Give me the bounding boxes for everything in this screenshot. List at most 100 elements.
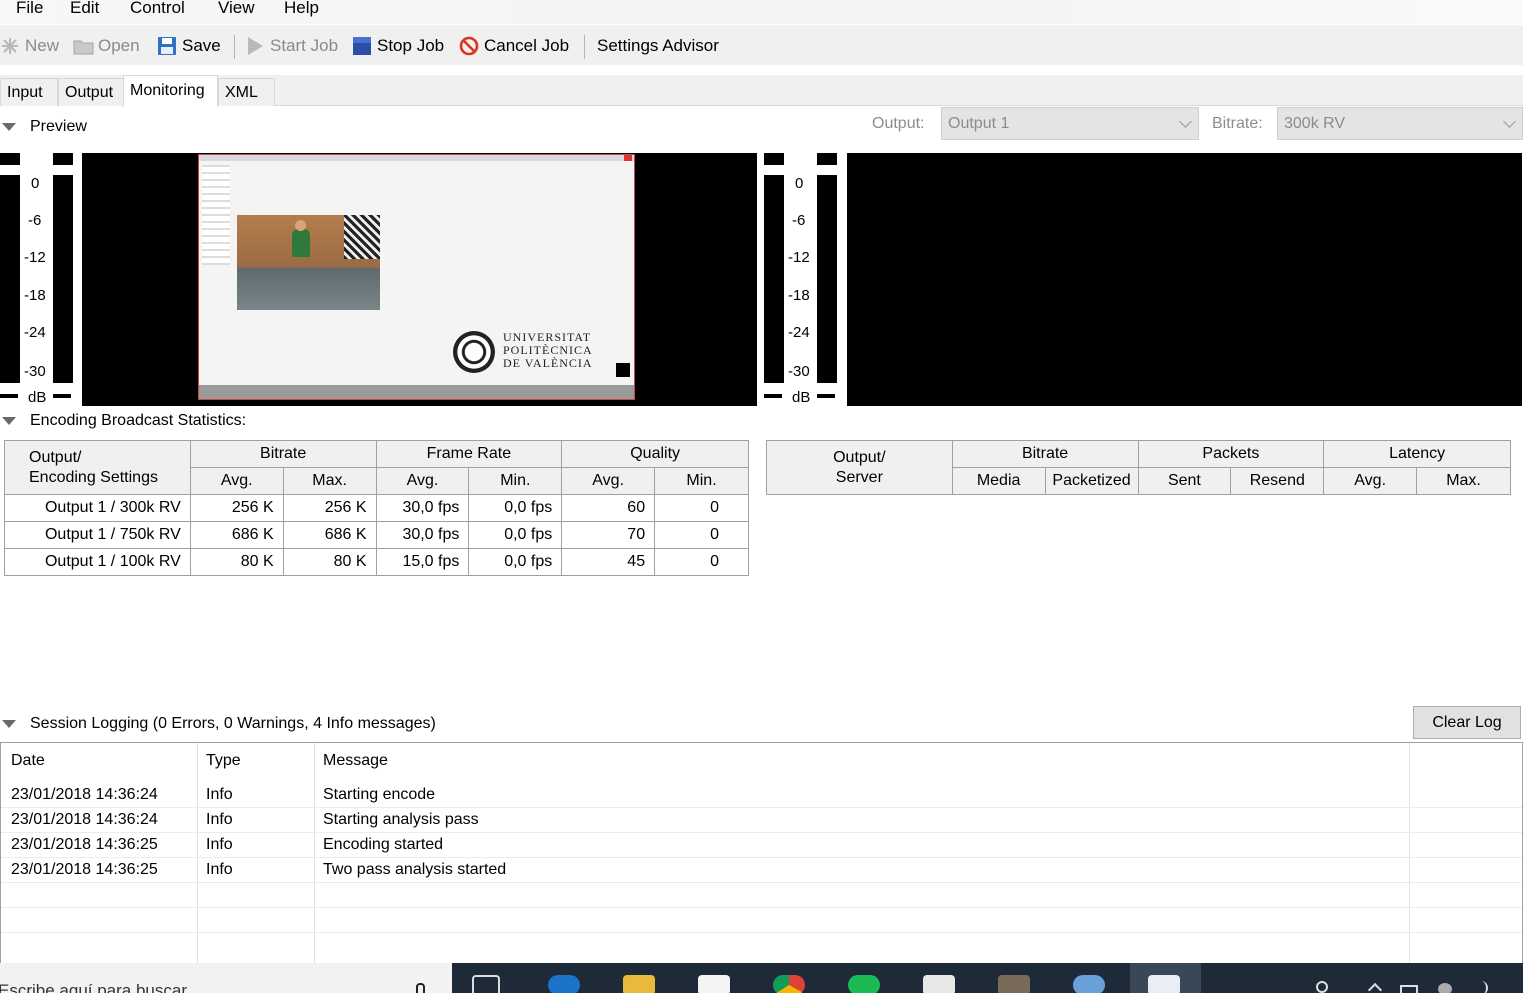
bitrate-label: Bitrate: [1212,115,1263,132]
logging-section-toggle[interactable]: Session Logging (0 Errors, 0 Warnings, 4… [2,715,436,733]
preview-section-toggle[interactable]: Preview [2,118,87,136]
meter-unit: dB [28,389,47,406]
table-row: Output 1 / 300k RV 256 K 256 K 30,0 fps … [4,494,749,522]
cell-quality-avg: 60 [561,494,656,522]
meter-tick: -30 [788,363,810,380]
tab-input[interactable]: Input [0,78,58,106]
audio-meter-input: 0 -6 -12 -18 -24 -30 dB [0,153,75,406]
start-job-button[interactable]: Start Job [245,33,338,59]
bitrate-select[interactable]: 300k RV [1277,107,1523,140]
list-item[interactable]: 23/01/2018 14:36:24 Info Starting analys… [1,808,1522,833]
edge-browser-icon[interactable] [548,975,580,993]
log-date: 23/01/2018 14:36:25 [11,861,158,878]
cell-bitrate-max: 256 K [282,494,377,522]
col-header-avg: Avg. [375,467,470,495]
col-header-media: Media [951,467,1046,495]
col-header-output: Output/ Encoding Settings [4,440,191,495]
people-icon[interactable] [1316,981,1328,993]
cell-quality-avg: 70 [561,521,656,549]
cell-quality-min: 0 [654,521,749,549]
cell-quality-min: 0 [654,494,749,522]
log-col-message[interactable]: Message [323,752,388,770]
logging-title: Session Logging (0 Errors, 0 Warnings, 4… [30,715,436,732]
settings-advisor-button[interactable]: Settings Advisor [597,33,719,59]
tab-monitoring[interactable]: Monitoring [123,75,218,107]
col-header-packetized: Packetized [1044,467,1139,495]
new-button[interactable]: New [0,33,59,59]
menu-view[interactable]: View [218,0,255,18]
store-icon[interactable] [698,975,730,993]
chevron-down-icon [1503,115,1516,128]
start-job-label: Start Job [270,36,339,55]
meter-tick: 0 [31,175,40,192]
meter-tick: -24 [788,324,810,341]
captured-screen-frame: UNIVERSITAT POLITÈCNICA DE VALÈNCIA [198,154,635,400]
floppy-disk-icon [157,36,177,56]
new-label: New [25,36,60,55]
save-button[interactable]: Save [157,33,221,59]
save-label: Save [182,36,221,55]
collapse-triangle-icon [2,123,16,131]
spotify-icon[interactable] [848,975,880,993]
mail-icon[interactable] [923,975,955,993]
menu-help[interactable]: Help [284,0,319,18]
bitrate-select-value: 300k RV [1284,115,1346,132]
tab-xml[interactable]: XML [218,78,275,106]
list-item[interactable]: 23/01/2018 14:36:25 Info Two pass analys… [1,858,1522,883]
preview-title: Preview [30,118,87,135]
encoding-title: Encoding Broadcast Statistics: [30,412,247,429]
list-item-empty [1,908,1522,933]
list-item-empty [1,883,1522,908]
output-select[interactable]: Output 1 [941,107,1199,140]
university-seal-logo [453,331,495,373]
log-col-type[interactable]: Type [206,752,241,770]
table-row: Output 1 / 750k RV 686 K 686 K 30,0 fps … [4,521,749,549]
microphone-icon[interactable] [416,983,425,993]
sublime-text-icon[interactable] [998,975,1030,993]
encoding-stats-table: Output/ Encoding Settings Bitrate Frame … [4,440,749,576]
col-header-quality: Quality [561,440,749,468]
menu-edit[interactable]: Edit [70,0,99,18]
output-select-value: Output 1 [948,115,1010,132]
network-icon[interactable] [1438,983,1452,993]
encoder-app-icon[interactable] [1148,975,1180,993]
chrome-icon[interactable] [773,975,805,993]
taskbar-search-input[interactable]: Escribe aquí para buscar [0,981,187,993]
col-header-sent: Sent [1137,467,1232,495]
list-item[interactable]: 23/01/2018 14:36:25 Info Encoding starte… [1,833,1522,858]
taskbar-apps [452,963,1523,993]
cell-bitrate-max: 686 K [282,521,377,549]
clear-log-button[interactable]: Clear Log [1413,706,1521,739]
task-view-icon[interactable] [472,975,500,993]
folder-icon [73,36,94,56]
list-item[interactable]: 23/01/2018 14:36:24 Info Starting encode [1,783,1522,808]
cell-quality-min: 0 [654,548,749,576]
tab-output[interactable]: Output [58,78,124,106]
menu-control[interactable]: Control [130,0,185,18]
file-explorer-icon[interactable] [623,975,655,993]
meter-tick: -6 [792,212,806,229]
cancel-job-button[interactable]: Cancel Job [459,33,569,59]
col-header-max: Max. [1416,467,1511,495]
log-header-row: Date Type Message [1,749,1522,779]
meter-tick: -18 [24,287,46,304]
meter-tick: -24 [24,324,46,341]
stop-job-button[interactable]: Stop Job [352,33,444,59]
broadcast-stats-table: Output/ Server Bitrate Packets Latency M… [766,440,1511,495]
cancel-job-label: Cancel Job [484,36,570,55]
chevron-up-icon[interactable] [1367,982,1383,993]
col-header-frame-rate: Frame Rate [375,440,563,468]
volume-icon[interactable] [1474,981,1488,993]
collapse-triangle-icon [2,417,16,425]
meter-tick: -30 [24,363,46,380]
encoding-section-toggle[interactable]: Encoding Broadcast Statistics: [2,412,246,430]
cell-fps-avg: 15,0 fps [375,548,470,576]
open-button[interactable]: Open [73,33,140,59]
log-type: Info [206,861,233,878]
paint-icon[interactable] [1073,975,1105,993]
log-col-date[interactable]: Date [11,752,45,770]
menu-file[interactable]: File [16,0,43,18]
battery-icon[interactable] [1400,985,1418,993]
col-header-bitrate: Bitrate [189,440,377,468]
cell-output: Output 1 / 100k RV [4,548,191,576]
